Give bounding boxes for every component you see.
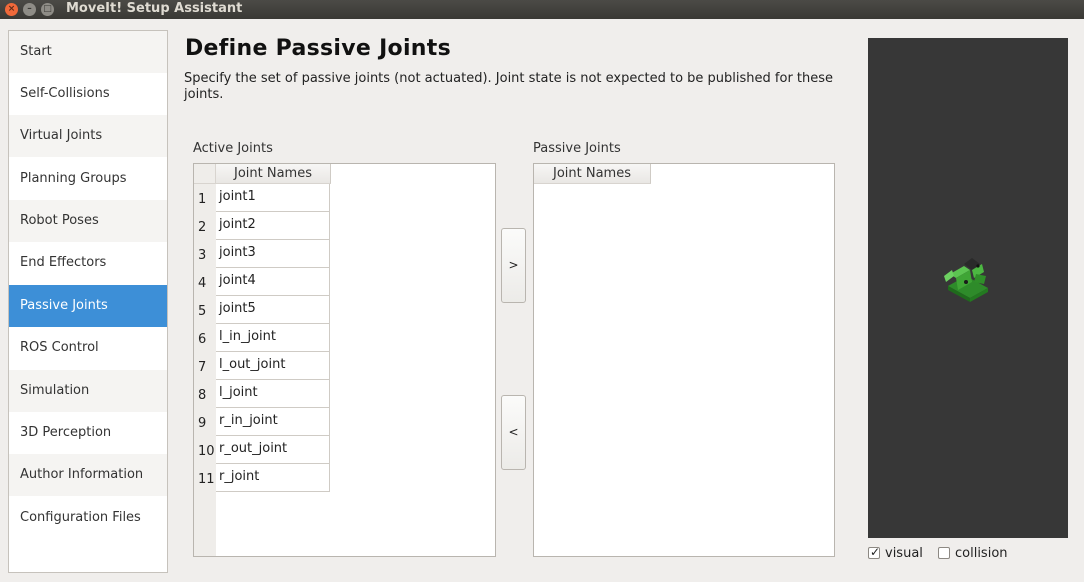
sidebar-item-passive-joints[interactable]: Passive Joints — [9, 285, 167, 327]
sidebar-item-3d-perception[interactable]: 3D Perception — [9, 412, 167, 454]
page-description: Specify the set of passive joints (not a… — [184, 71, 834, 102]
move-to-passive-button[interactable]: > — [501, 228, 526, 303]
joint-name-cell[interactable]: joint3 — [216, 240, 330, 268]
joint-name-cell[interactable]: joint1 — [216, 184, 330, 212]
joint-name-cell[interactable]: r_in_joint — [216, 408, 330, 436]
joint-name-cell[interactable]: joint2 — [216, 212, 330, 240]
passive-joint-names-header[interactable]: Joint Names — [534, 164, 651, 184]
row-number: 10 — [194, 436, 216, 464]
row-number: 2 — [194, 212, 216, 240]
sidebar-item-virtual-joints[interactable]: Virtual Joints — [9, 115, 167, 157]
row-number: 9 — [194, 408, 216, 436]
maximize-icon[interactable]: □ — [41, 3, 54, 16]
collision-toggle[interactable]: collision — [938, 546, 1008, 561]
joint-name-cell[interactable]: joint5 — [216, 296, 330, 324]
sidebar-nav: Start Self-Collisions Virtual Joints Pla… — [8, 30, 168, 573]
active-joint-names-header[interactable]: Joint Names — [216, 164, 331, 184]
sidebar-item-author-information[interactable]: Author Information — [9, 454, 167, 496]
passive-joints-label: Passive Joints — [533, 141, 621, 156]
joint-name-cell[interactable]: r_joint — [216, 464, 330, 492]
visual-checkbox[interactable]: ✓ — [868, 545, 881, 559]
sidebar-item-simulation[interactable]: Simulation — [9, 370, 167, 412]
sidebar-item-start[interactable]: Start — [9, 31, 167, 73]
row-number: 11 — [194, 464, 216, 492]
joint-name-cell[interactable]: l_out_joint — [216, 352, 330, 380]
visual-toggle[interactable]: ✓ visual — [868, 545, 923, 561]
collision-checkbox[interactable] — [938, 547, 950, 559]
move-to-active-button[interactable]: < — [501, 395, 526, 470]
window-title: MoveIt! Setup Assistant — [66, 1, 243, 16]
sidebar-item-configuration-files[interactable]: Configuration Files — [9, 497, 167, 539]
sidebar-item-planning-groups[interactable]: Planning Groups — [9, 158, 167, 200]
row-number: 8 — [194, 380, 216, 408]
row-number: 4 — [194, 268, 216, 296]
passive-joints-table[interactable]: Joint Names — [533, 163, 835, 557]
title-bar: × – □ MoveIt! Setup Assistant — [0, 0, 1084, 19]
sidebar-item-robot-poses[interactable]: Robot Poses — [9, 200, 167, 242]
page-title: Define Passive Joints — [185, 36, 451, 61]
row-number: 5 — [194, 296, 216, 324]
joint-name-cell[interactable]: l_joint — [216, 380, 330, 408]
sidebar-item-ros-control[interactable]: ROS Control — [9, 327, 167, 369]
visual-label: visual — [885, 546, 923, 561]
collision-label: collision — [955, 546, 1008, 561]
joint-name-cell[interactable]: l_in_joint — [216, 324, 330, 352]
joint-name-cell[interactable]: joint4 — [216, 268, 330, 296]
row-number: 7 — [194, 352, 216, 380]
checkmark-icon: ✓ — [869, 545, 881, 559]
robot-3d-viewer[interactable] — [868, 38, 1068, 538]
robot-model-icon — [944, 258, 988, 302]
active-joints-label: Active Joints — [193, 141, 273, 156]
sidebar-item-self-collisions[interactable]: Self-Collisions — [9, 73, 167, 115]
minimize-icon[interactable]: – — [23, 3, 36, 16]
joint-name-cell[interactable]: r_out_joint — [216, 436, 330, 464]
row-number: 6 — [194, 324, 216, 352]
row-number: 3 — [194, 240, 216, 268]
row-number: 1 — [194, 184, 216, 212]
table-corner — [194, 164, 216, 184]
close-icon[interactable]: × — [5, 3, 18, 16]
active-joints-table[interactable]: Joint Names 1 joint1 2 joint2 3 joint3 4… — [193, 163, 496, 557]
sidebar-item-end-effectors[interactable]: End Effectors — [9, 242, 167, 284]
